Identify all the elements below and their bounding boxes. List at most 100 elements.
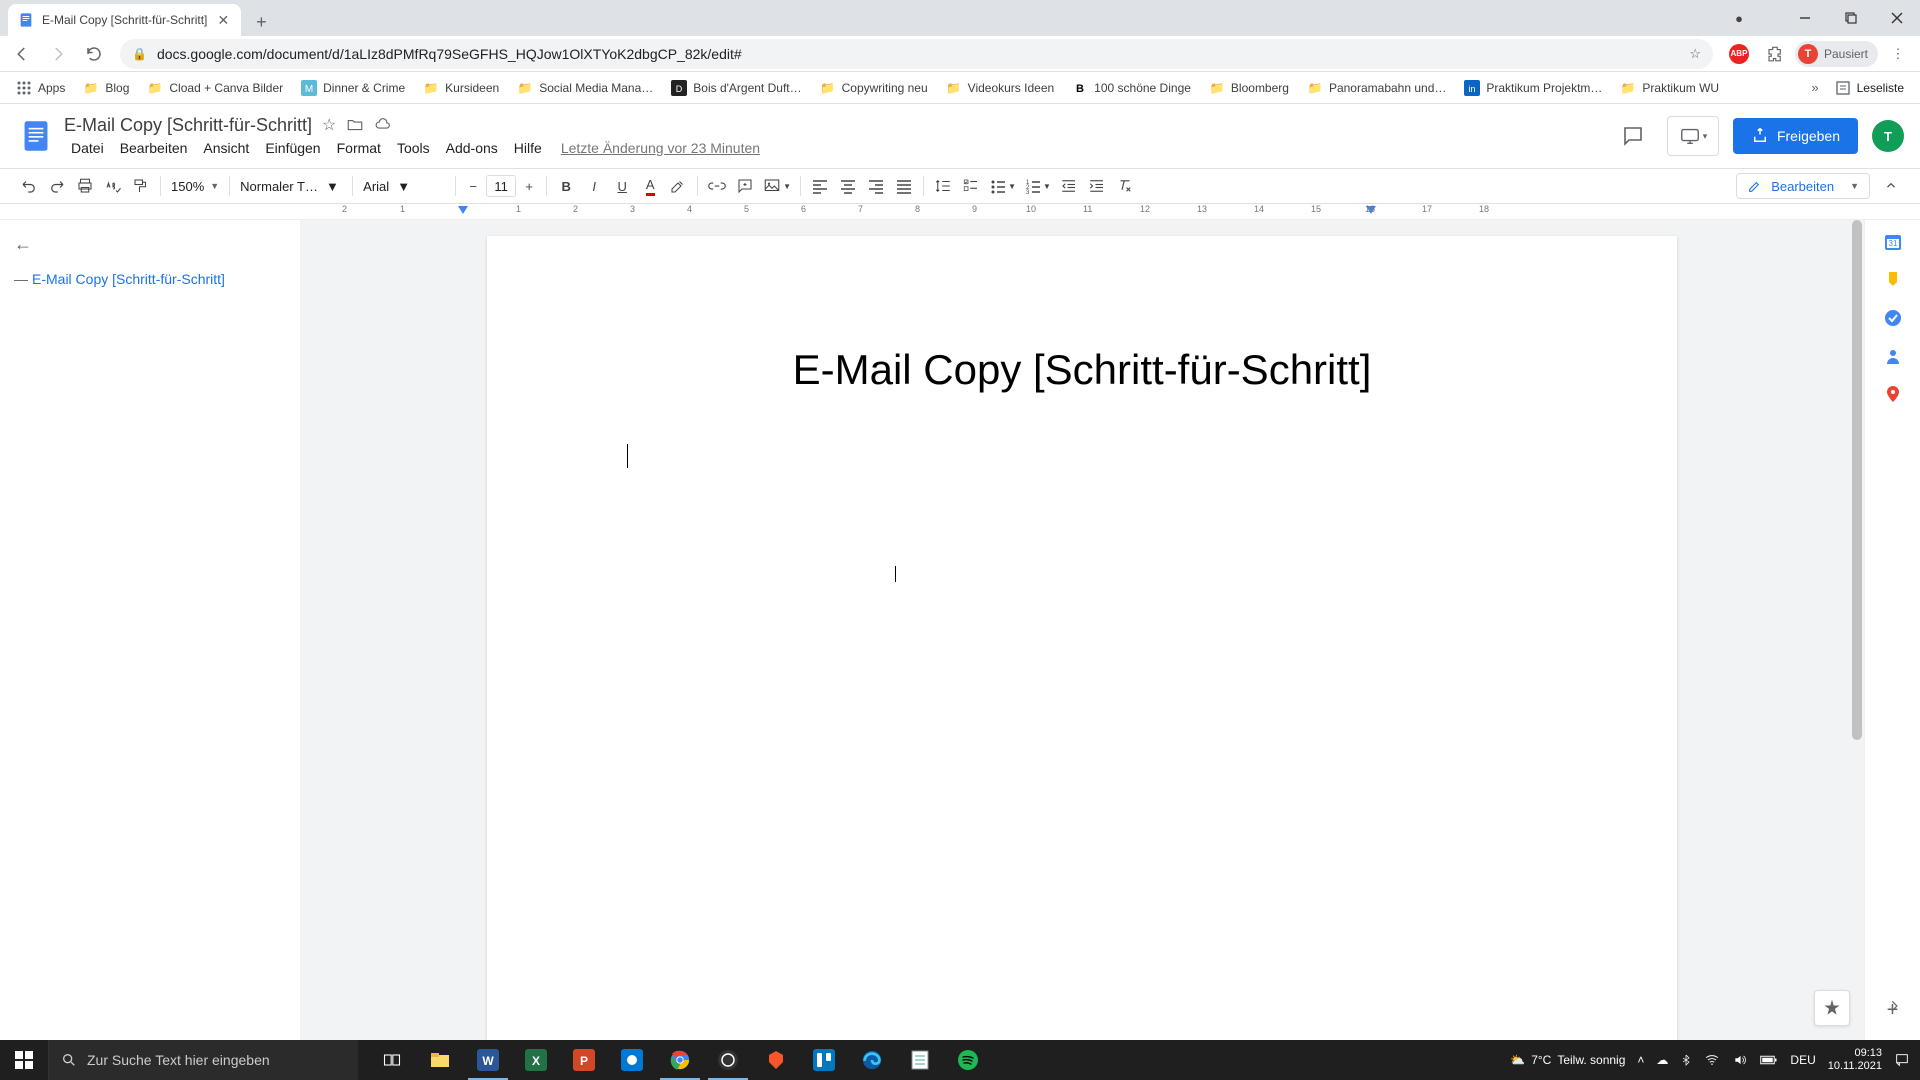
insert-link-button[interactable] [704,173,730,199]
menu-bearbeiten[interactable]: Bearbeiten [113,138,195,158]
decrease-indent-button[interactable] [1056,173,1082,199]
highlight-button[interactable] [665,173,691,199]
checklist-button[interactable] [958,173,984,199]
paragraph-style-dropdown[interactable]: Normaler T…▼ [236,179,346,194]
line-spacing-button[interactable] [930,173,956,199]
word-icon[interactable]: W [464,1040,512,1080]
minimize-button[interactable] [1782,0,1828,36]
docs-logo[interactable] [16,116,56,156]
decrease-font-button[interactable]: − [462,175,484,197]
numbered-list-button[interactable]: 123▼ [1021,173,1054,199]
menu-format[interactable]: Format [330,138,388,158]
menu-datei[interactable]: Datei [64,138,111,158]
chrome-icon[interactable] [656,1040,704,1080]
file-explorer-icon[interactable] [416,1040,464,1080]
menu-ansicht[interactable]: Ansicht [196,138,256,158]
calendar-icon[interactable]: 31 [1883,232,1903,252]
bookmarks-overflow[interactable]: » [1805,80,1824,95]
back-button[interactable] [6,38,38,70]
explore-button[interactable] [1814,990,1850,1026]
side-panel-toggle[interactable] [1874,986,1914,1026]
text-color-button[interactable]: A [637,173,663,199]
notepad-icon[interactable] [896,1040,944,1080]
print-button[interactable] [72,173,98,199]
doc-title[interactable]: E-Mail Copy [Schritt-für-Schritt] [64,115,312,136]
cloud-status-icon[interactable] [374,116,392,134]
clock[interactable]: 09:13 10.11.2021 [1828,1047,1882,1073]
paint-format-button[interactable] [128,173,154,199]
wifi-icon[interactable] [1704,1053,1720,1067]
bookmark-item[interactable]: 📁Panoramabahn und… [1299,76,1454,100]
volume-icon[interactable] [1732,1053,1748,1067]
brave-icon[interactable] [752,1040,800,1080]
browser-tab[interactable]: E-Mail Copy [Schritt-für-Schritt] ✕ [8,4,241,36]
outline-back-button[interactable]: ← [14,234,286,255]
maximize-button[interactable] [1828,0,1874,36]
reload-button[interactable] [78,38,110,70]
battery-icon[interactable] [1760,1054,1778,1066]
align-center-button[interactable] [835,173,861,199]
increase-indent-button[interactable] [1084,173,1110,199]
bookmark-item[interactable]: MDinner & Crime [293,76,413,100]
profile-chip[interactable]: T Pausiert [1795,41,1878,67]
edge-icon[interactable] [848,1040,896,1080]
present-button[interactable]: ▾ [1667,116,1719,156]
italic-button[interactable]: I [581,173,607,199]
menu-addons[interactable]: Add-ons [439,138,505,158]
redo-button[interactable] [44,173,70,199]
maps-icon[interactable] [1883,384,1903,404]
language-indicator[interactable]: DEU [1790,1053,1815,1067]
outline-item[interactable]: E-Mail Copy [Schritt-für-Schritt] [14,271,286,287]
align-right-button[interactable] [863,173,889,199]
taskbar-search[interactable]: Zur Suche Text hier eingeben [48,1040,358,1080]
menu-einfuegen[interactable]: Einfügen [258,138,327,158]
bookmark-item[interactable]: 📁Cload + Canva Bilder [139,76,291,100]
start-button[interactable] [0,1040,48,1080]
bookmark-item[interactable]: inPraktikum Projektm… [1456,76,1610,100]
new-tab-button[interactable]: + [247,8,275,36]
extensions-icon[interactable] [1759,38,1791,70]
bookmark-item[interactable]: 📁Bloomberg [1201,76,1297,100]
obs-icon[interactable] [704,1040,752,1080]
font-size-value[interactable]: 11 [486,175,516,197]
star-icon[interactable]: ☆ [322,115,336,135]
bookmark-item[interactable]: 📁Blog [75,76,137,100]
reading-list-button[interactable]: Leseliste [1827,76,1912,100]
scrollbar-thumb[interactable] [1852,220,1862,740]
collapse-toolbar-button[interactable] [1878,173,1904,199]
apps-button[interactable]: Apps [8,76,73,100]
bookmark-item[interactable]: 📁Copywriting neu [812,76,936,100]
close-tab-icon[interactable]: ✕ [215,12,231,28]
bold-button[interactable]: B [553,173,579,199]
menu-tools[interactable]: Tools [390,138,437,158]
tasks-icon[interactable] [1883,308,1903,328]
bookmark-item[interactable]: 📁Videokurs Ideen [938,76,1063,100]
onedrive-icon[interactable]: ☁ [1656,1053,1668,1067]
move-icon[interactable] [346,116,364,134]
vertical-scrollbar[interactable] [1850,220,1864,1040]
bulleted-list-button[interactable]: ▼ [986,173,1019,199]
share-button[interactable]: Freigeben [1733,118,1858,154]
account-avatar[interactable]: T [1872,120,1904,152]
keep-icon[interactable] [1883,270,1903,290]
bookmark-item[interactable]: 📁Kursideen [415,76,507,100]
notifications-icon[interactable] [1894,1052,1910,1068]
last-edit[interactable]: Letzte Änderung vor 23 Minuten [561,140,760,156]
add-comment-button[interactable] [732,173,758,199]
editing-mode-dropdown[interactable]: Bearbeiten ▼ [1736,173,1870,199]
bookmark-item[interactable]: DBois d'Argent Duft… [663,76,809,100]
bookmark-item[interactable]: B100 schöne Dinge [1064,76,1199,100]
weather-widget[interactable]: ⛅ 7°C Teilw. sonnig [1510,1053,1625,1067]
spellcheck-button[interactable] [100,173,126,199]
bookmark-item[interactable]: 📁Social Media Mana… [509,76,661,100]
underline-button[interactable]: U [609,173,635,199]
bookmark-item[interactable]: 📁Praktikum WU [1612,76,1727,100]
trello-icon[interactable] [800,1040,848,1080]
excel-icon[interactable]: X [512,1040,560,1080]
account-dot-icon[interactable]: ● [1716,0,1762,36]
align-justify-button[interactable] [891,173,917,199]
star-icon[interactable]: ☆ [1689,46,1701,62]
close-window-button[interactable] [1874,0,1920,36]
align-left-button[interactable] [807,173,833,199]
address-bar[interactable]: 🔒 docs.google.com/document/d/1aLIz8dPMfR… [120,39,1713,69]
